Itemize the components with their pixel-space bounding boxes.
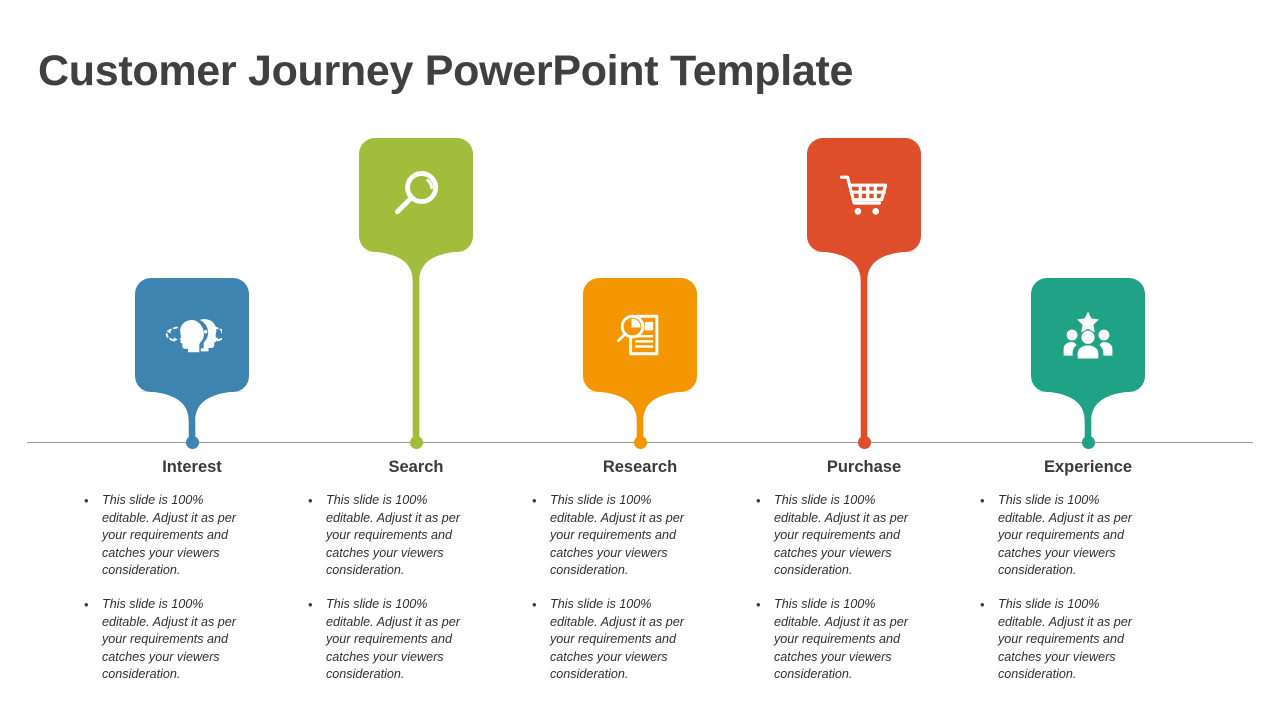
bullet-text: This slide is 100% editable. Adjust it a…: [326, 493, 460, 578]
pin-body-purchase[interactable]: [807, 138, 921, 252]
stage-label: Search: [388, 458, 444, 476]
pin-dot-experience: [1081, 436, 1095, 449]
bullet-item: • This slide is 100% editable. Adjust it …: [308, 492, 532, 580]
bullet-item: • This slide is 100% editable. Adjust it …: [980, 492, 1204, 580]
heads-thinking-icon: [162, 305, 222, 365]
bullet-marker-icon: •: [308, 596, 313, 612]
bullet-marker-icon: •: [756, 596, 761, 612]
stage-label: Interest: [162, 458, 222, 476]
bullet-marker-icon: •: [980, 493, 985, 508]
bullet-marker-icon: •: [756, 493, 761, 508]
stage-column-interest: Interest • This slide is 100% editable. Ad…: [76, 458, 308, 700]
bullet-item: • This slide is 100% editable. Adjust it …: [756, 596, 980, 684]
stage-column-search: Search • This slide is 100% editable. Adju…: [300, 458, 532, 700]
pin-body-search[interactable]: [359, 138, 473, 252]
pin-body-experience[interactable]: [1031, 278, 1145, 392]
people-star-icon: [1058, 305, 1118, 365]
bullet-text: This slide is 100% editable. Adjust it a…: [774, 493, 908, 578]
bullet-marker-icon: •: [532, 493, 537, 508]
bullet-marker-icon: •: [980, 596, 985, 612]
bullet-text: This slide is 100% editable. Adjust it a…: [102, 493, 236, 578]
bullet-item: • This slide is 100% editable. Adjust it …: [980, 596, 1204, 684]
bullet-item: • This slide is 100% editable. Adjust it …: [756, 492, 980, 580]
bullet-item: • This slide is 100% editable. Adjust it …: [308, 596, 532, 684]
pin-dot-research: [633, 436, 647, 449]
pin-dot-search: [409, 436, 423, 449]
stage-label: Experience: [1043, 458, 1133, 476]
bullet-item: • This slide is 100% editable. Adjust it …: [84, 492, 308, 580]
stage-column-experience: Experience • This slide is 100% editable. …: [972, 458, 1204, 700]
bullet-marker-icon: •: [532, 596, 537, 612]
bullet-item: • This slide is 100% editable. Adjust it …: [84, 596, 308, 684]
pin-dot-interest: [185, 436, 199, 449]
bullet-text: This slide is 100% editable. Adjust it a…: [550, 493, 684, 578]
magnifier-icon: [386, 165, 446, 225]
bullet-item: • This slide is 100% editable. Adjust it …: [532, 596, 756, 684]
stage-column-purchase: Purchase • This slide is 100% editable. Ad…: [748, 458, 980, 700]
bullet-text: This slide is 100% editable. Adjust it a…: [550, 596, 684, 682]
bullet-item: • This slide is 100% editable. Adjust it …: [532, 492, 756, 580]
pin-body-research[interactable]: [583, 278, 697, 392]
bullet-text: This slide is 100% editable. Adjust it a…: [326, 596, 460, 682]
stage-label: Research: [602, 458, 678, 476]
bullet-marker-icon: •: [308, 493, 313, 508]
bullet-text: This slide is 100% editable. Adjust it a…: [102, 596, 236, 682]
bullet-text: This slide is 100% editable. Adjust it a…: [998, 596, 1132, 682]
shopping-cart-icon: [834, 165, 894, 225]
bullet-marker-icon: •: [84, 493, 89, 508]
pin-dot-purchase: [857, 436, 871, 449]
bullet-text: This slide is 100% editable. Adjust it a…: [998, 493, 1132, 578]
stage-label: Purchase: [826, 458, 902, 476]
bullet-marker-icon: •: [84, 596, 89, 612]
pin-stem-purchase: [807, 251, 921, 448]
stage-column-research: Research • This slide is 100% editable. Ad…: [524, 458, 756, 700]
bullet-text: This slide is 100% editable. Adjust it a…: [774, 596, 908, 682]
pin-stem-search: [359, 251, 473, 448]
document-analysis-icon: [610, 305, 670, 365]
pin-body-interest[interactable]: [135, 278, 249, 392]
